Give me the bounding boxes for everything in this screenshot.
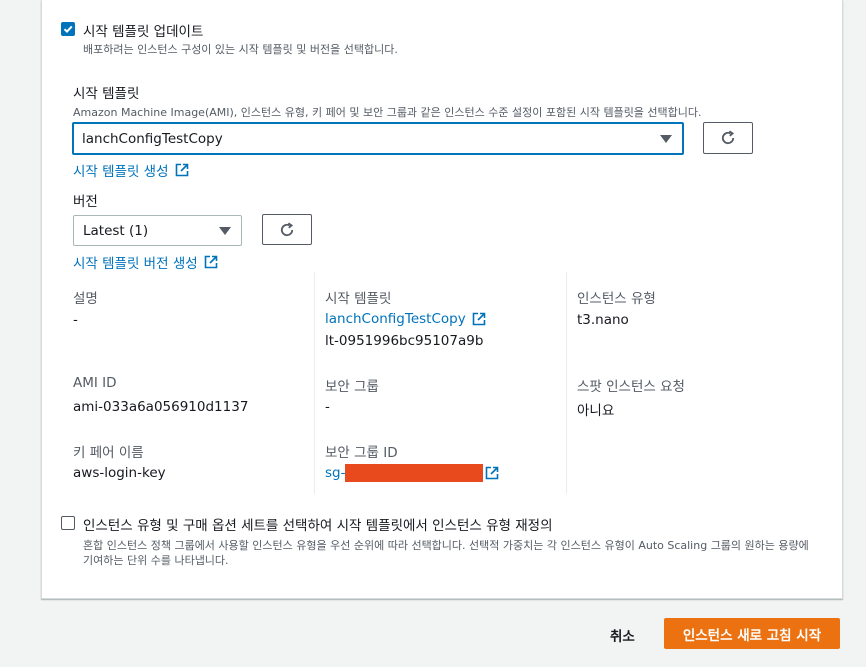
create-launch-template-label: 시작 템플릿 생성 — [73, 164, 169, 180]
refresh-icon — [280, 221, 294, 236]
redacted-block — [345, 464, 484, 482]
description-value: - — [73, 312, 78, 328]
version-label: 버전 — [73, 194, 98, 210]
ami-id-key: AMI ID — [73, 375, 117, 391]
template-detail-link[interactable]: lanchConfigTestCopy — [325, 311, 486, 327]
launch-template-label: 시작 템플릿 — [73, 86, 140, 102]
override-instance-type-checkbox[interactable] — [61, 516, 75, 530]
external-link-icon — [486, 466, 499, 480]
caret-down-icon — [660, 134, 672, 143]
key-pair-key: 키 페어 이름 — [73, 445, 144, 461]
external-link-icon — [204, 255, 217, 269]
description-key: 설명 — [73, 291, 98, 307]
ami-id-value: ami-033a6a056910d1137 — [73, 399, 249, 415]
security-group-id-link[interactable]: sg- — [325, 464, 499, 482]
update-template-description: 배포하려는 인스턴스 구성이 있는 시작 템플릿 및 버전을 선택합니다. — [83, 43, 398, 56]
spot-request-key: 스팟 인스턴스 요청 — [577, 379, 685, 395]
override-label: 인스턴스 유형 및 구매 옵션 세트를 선택하여 시작 템플릿에서 인스턴스 유… — [83, 518, 553, 534]
instance-type-value: t3.nano — [577, 312, 629, 328]
update-template-checkbox[interactable] — [61, 22, 75, 36]
settings-panel — [41, 0, 843, 599]
refresh-icon — [721, 130, 735, 145]
external-link-icon — [175, 163, 188, 177]
caret-down-icon — [219, 226, 231, 235]
cancel-button[interactable]: 취소 — [610, 625, 635, 645]
launch-template-select[interactable]: lanchConfigTestCopy — [72, 122, 684, 155]
launch-template-refresh-button[interactable] — [703, 122, 753, 154]
version-select[interactable]: Latest (1) — [73, 215, 242, 246]
version-refresh-button[interactable] — [262, 214, 312, 245]
start-instance-refresh-button[interactable]: 인스턴스 새로 고침 시작 — [664, 618, 840, 649]
security-group-value: - — [325, 399, 330, 415]
security-group-id-prefix: sg- — [325, 465, 346, 481]
column-divider — [314, 272, 315, 494]
template-id-value: lt-0951996bc95107a9b — [325, 333, 484, 349]
launch-template-selected: lanchConfigTestCopy — [82, 130, 223, 147]
update-template-label: 시작 템플릿 업데이트 — [83, 24, 204, 40]
override-description-line2: 기여하는 단위 수를 나타냅니다. — [83, 554, 229, 567]
launch-template-description: Amazon Machine Image(AMI), 인스턴스 유형, 키 페어… — [73, 106, 702, 119]
version-selected: Latest (1) — [83, 222, 149, 239]
create-launch-template-link[interactable]: 시작 템플릿 생성 — [73, 160, 189, 180]
column-divider — [566, 272, 567, 494]
template-key: 시작 템플릿 — [325, 291, 392, 307]
instance-type-key: 인스턴스 유형 — [577, 291, 656, 307]
security-group-id-key: 보안 그룹 ID — [325, 445, 398, 461]
external-link-icon — [472, 312, 486, 326]
key-pair-value: aws-login-key — [73, 465, 166, 481]
create-template-version-label: 시작 템플릿 버전 생성 — [73, 256, 198, 272]
security-group-key: 보안 그룹 — [325, 379, 379, 395]
template-detail-link-label: lanchConfigTestCopy — [325, 311, 466, 327]
spot-request-value: 아니요 — [577, 403, 615, 419]
override-description-line1: 혼합 인스턴스 정책 그룹에서 사용할 인스턴스 유형을 우선 순위에 따라 선… — [83, 539, 809, 552]
create-template-version-link[interactable]: 시작 템플릿 버전 생성 — [73, 252, 218, 272]
